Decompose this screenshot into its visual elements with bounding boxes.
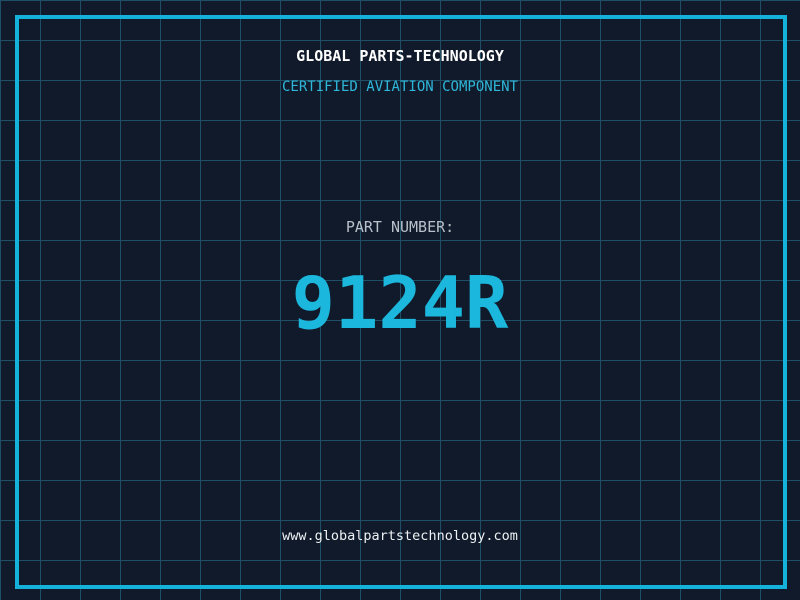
part-number-value: 9124R <box>0 267 800 339</box>
page-subtitle: CERTIFIED AVIATION COMPONENT <box>0 80 800 94</box>
part-number-label: PART NUMBER: <box>0 220 800 235</box>
blueprint-grid-background: GLOBAL PARTS-TECHNOLOGY CERTIFIED AVIATI… <box>0 0 800 600</box>
website-url: www.globalpartstechnology.com <box>0 530 800 544</box>
page-title: GLOBAL PARTS-TECHNOLOGY <box>0 49 800 64</box>
